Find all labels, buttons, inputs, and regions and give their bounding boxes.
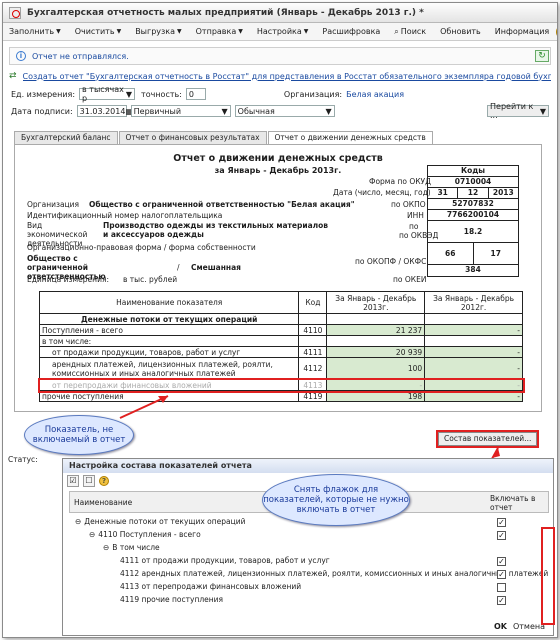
tree-item[interactable]: 4113 от перепродажи финансовых вложений [69, 582, 549, 594]
tree-item-label: 4119 прочие поступления [120, 595, 224, 604]
expand-icon[interactable]: ⊖ [103, 543, 109, 552]
expand-icon[interactable]: ⊖ [75, 517, 81, 526]
cancel-button[interactable]: Отмена [513, 622, 545, 631]
panel-buttons: OK Отмена [494, 622, 545, 631]
include-checkbox[interactable]: ✓ [497, 570, 506, 579]
include-checkbox[interactable] [497, 583, 506, 592]
uncheck-all-icon[interactable]: ☐ [83, 475, 95, 487]
tree-item[interactable]: 4111 от продажи продукции, товаров, рабо… [69, 556, 549, 568]
tree-item-label: Денежные потоки от текущих операций [84, 517, 246, 526]
tree-item-label: 4112 арендных платежей, лицензионных пла… [120, 569, 549, 578]
include-checkbox[interactable]: ✓ [497, 518, 506, 527]
panel-title: Настройка состава показателей отчета [63, 459, 553, 473]
indicators-button[interactable]: Состав показателей... [435, 430, 540, 448]
help-icon[interactable]: ? [99, 476, 109, 486]
tree-item[interactable]: 4112 арендных платежей, лицензионных пла… [69, 569, 549, 581]
check-all-icon[interactable]: ☑ [67, 475, 79, 487]
callout-uncheck: Снять флажок для показателей, которые не… [262, 474, 410, 526]
tree-item-label: 4110 Поступления - всего [98, 530, 201, 539]
tree-item[interactable]: ⊖ В том числе [69, 543, 549, 555]
expand-icon[interactable]: ⊖ [89, 530, 95, 539]
tree-item[interactable]: 4119 прочие поступления ✓ [69, 595, 549, 607]
tree-item-label: В том числе [112, 543, 160, 552]
include-checkbox[interactable]: ✓ [497, 531, 506, 540]
include-checkbox[interactable]: ✓ [497, 596, 506, 605]
tree-item[interactable]: ⊖ 4110 Поступления - всего ✓ [69, 530, 549, 542]
tree-item-label: 4111 от продажи продукции, товаров, рабо… [120, 556, 330, 565]
status-label: Статус: [8, 455, 38, 464]
checkbox-highlight [541, 527, 555, 625]
include-checkbox[interactable]: ✓ [497, 557, 506, 566]
tree-item-label: 4113 от перепродажи финансовых вложений [120, 582, 302, 591]
ok-button[interactable]: OK [494, 622, 507, 631]
